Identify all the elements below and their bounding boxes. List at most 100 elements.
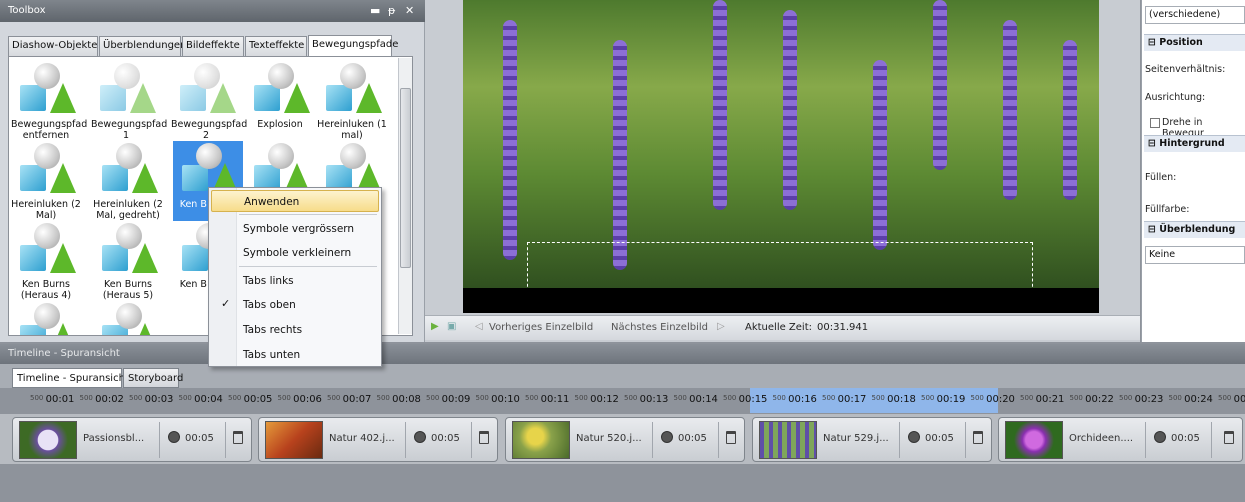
clip-duration[interactable]: 00:05 [925,433,954,444]
ruler-subtick: 500 [723,394,739,402]
clock-icon[interactable] [908,431,920,443]
trash-icon[interactable] [1224,431,1234,444]
ruler-subtick: 500 [574,394,591,402]
clip-duration[interactable]: 00:05 [1171,433,1200,444]
pin-icon[interactable]: ᵽ [388,4,395,17]
effect-item[interactable] [11,301,81,335]
menu-item-symbole-vergroessern[interactable]: Symbole vergrössern [211,218,379,240]
tab-diashow-objekte[interactable]: Diashow-Objekte [8,36,98,56]
ruler-tick-label: 00:07 [342,394,372,405]
clip-duration[interactable]: 00:05 [185,433,214,444]
current-time-value: 00:31.941 [817,322,869,333]
ruler-tick-label: 00:01 [45,394,75,405]
collapse-icon[interactable]: ⊟ [1148,37,1159,48]
clip-duration[interactable]: 00:05 [678,433,707,444]
previous-frame-icon[interactable]: ◁ [475,321,483,332]
menu-item-tabs-oben[interactable]: Tabs oben [211,294,379,316]
ruler-subtick: 500 [970,394,987,402]
menu-item-tabs-links[interactable]: Tabs links [211,270,379,292]
label-aspect-ratio: Seitenverhältnis: [1145,64,1226,75]
effect-item[interactable]: Bewegungspfad 2 [171,61,247,141]
ruler-tick-label: 00:24 [1184,394,1213,405]
trash-icon[interactable] [726,431,736,444]
clip-name: Orchideen.... [1069,433,1134,444]
play-icon[interactable]: ▶ [431,321,439,332]
tab-timeline[interactable]: Timeline - Spuransicht [12,368,129,388]
transition-select[interactable]: Keine [1145,246,1245,264]
effect-item[interactable]: Bewegungspfad 1 [91,61,167,141]
tab-texteffekte[interactable]: Texteffekte [245,36,307,56]
ruler-tick: 500 00:02 [80,394,124,405]
menu-item-tabs-unten[interactable]: Tabs unten [211,344,379,366]
clock-icon[interactable] [1154,431,1166,443]
previous-frame-button[interactable]: Vorheriges Einzelbild [489,322,593,333]
clock-icon[interactable] [414,431,426,443]
effect-thumbnail-icon [14,61,78,119]
tab-storyboard[interactable]: Storyboard [123,368,183,388]
preview-image[interactable] [463,0,1099,290]
section-transition[interactable]: ⊟ Überblendung [1144,221,1245,238]
effect-item[interactable]: Ken Burns (Heraus 4) [11,221,81,301]
clip-thumbnail [1005,421,1063,459]
close-icon[interactable]: ✕ [405,4,414,17]
effect-item[interactable] [93,301,163,335]
ruler-tick-label: 00:11 [540,394,570,405]
menu-item-symbole-verkleinern[interactable]: Symbole verkleinern [211,242,379,264]
clip-thumbnail [512,421,570,459]
timeline-clip[interactable]: Natur 402.j... 00:05 [258,417,498,462]
collapse-icon[interactable]: ⊟ [1148,138,1159,149]
tab-bildeffekte[interactable]: Bildeffekte [182,36,244,56]
effect-label: Bewegungspfad entfernen [11,119,88,141]
trash-icon[interactable] [233,431,243,444]
effect-item[interactable]: Hereinluken (1 mal) [317,61,387,141]
ruler-tick: 500 00:20 [971,394,1015,405]
menu-item-tabs-rechts[interactable]: Tabs rechts [211,319,379,341]
stop-icon[interactable]: ▣ [447,321,456,332]
trash-icon[interactable] [479,431,489,444]
section-position[interactable]: ⊟ Position [1144,34,1245,51]
clock-icon[interactable] [168,431,180,443]
ruler-subtick: 500 [129,394,145,402]
effect-thumbnail-icon [248,61,312,119]
ruler-subtick: 500 [1168,394,1185,402]
next-frame-icon[interactable]: ▷ [717,321,725,332]
effect-item[interactable]: Explosion [245,61,315,130]
ruler-tick: 500 00:12 [575,394,619,405]
motion-path-frame[interactable] [527,242,1033,290]
effect-thumbnail-icon [174,61,238,119]
effects-scrollbar-thumb[interactable] [400,88,411,268]
label-fill-color: Füllfarbe: [1145,204,1190,215]
ruler-subtick: 500 [327,394,343,402]
ruler-tick-label: 00:05 [243,394,273,405]
ruler-tick-label: 00:17 [837,394,867,405]
next-frame-button[interactable]: Nächstes Einzelbild [611,322,708,333]
effect-item[interactable]: Hereinluken (2 Mal) [11,141,81,221]
ruler-subtick: 500 [822,394,838,402]
timeline-clip[interactable]: Passionsbl... 00:05 [12,417,252,462]
timeline-clip[interactable]: Natur 529.j... 00:05 [752,417,992,462]
tab-ueberblendungen[interactable]: Überblendungen [99,36,186,56]
tab-bewegungspfade[interactable]: Bewegungspfade [308,35,398,57]
effect-item[interactable]: Bewegungspfad entfernen [11,61,88,141]
menu-item-anwenden[interactable]: Anwenden [211,190,379,212]
trash-icon[interactable] [973,431,983,444]
label-fill: Füllen: [1145,172,1177,183]
collapse-icon[interactable]: ⊟ [1148,224,1159,235]
clip-duration[interactable]: 00:05 [431,433,460,444]
rotate-checkbox[interactable] [1150,118,1160,128]
ruler-tick: 500 00:04 [179,394,223,405]
section-background[interactable]: ⊟ Hintergrund [1144,135,1245,152]
properties-value-field[interactable]: (verschiedene) [1145,6,1245,24]
timeline-ruler[interactable]: 500 00:01 500 00:02 500 00:03 500 00:04 500 … [0,388,1245,414]
ruler-tick: 500 00:21 [1020,394,1064,405]
timeline-clip[interactable]: Natur 520.j... 00:05 [505,417,745,462]
timeline-clip[interactable]: Orchideen.... 00:05 [998,417,1243,462]
ruler-subtick: 500 [228,394,244,402]
menu-separator [239,214,377,215]
effect-item[interactable]: Hereinluken (2 Mal, gedreht) [93,141,163,221]
effect-label: Hereinluken (2 Mal) [11,199,81,221]
ruler-tick: 500 00:15 [723,394,767,405]
minimize-icon[interactable]: ▬ [370,4,380,17]
effect-item[interactable]: Ken Burns (Heraus 5) [93,221,163,301]
clock-icon[interactable] [661,431,673,443]
